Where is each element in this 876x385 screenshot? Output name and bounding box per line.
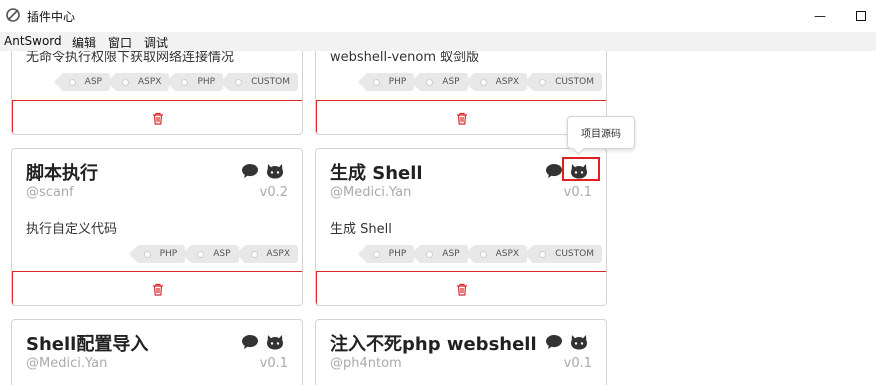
plugin-author: @ph4ntom	[330, 356, 402, 371]
delete-button[interactable]	[12, 271, 302, 305]
highlight-box	[562, 157, 600, 181]
plugin-card: 脚本执行 @scanf v0.2 执行自定义代码 PHP ASP ASPX	[11, 148, 303, 306]
tag: PHP	[128, 245, 186, 263]
comment-icon[interactable]	[545, 333, 563, 351]
plugin-author: @scanf	[26, 185, 74, 200]
tag: CUSTOM	[524, 73, 602, 91]
card-actions	[241, 333, 284, 351]
plugin-author: @Medici.Yan	[26, 356, 108, 371]
plugin-version: v0.1	[563, 356, 592, 371]
menu-bar: AntSword 编辑 窗口 调试	[0, 32, 876, 51]
plugin-description: webshell-venom 蚁剑版	[330, 51, 480, 65]
tag-list: PHP ASP ASPX CUSTOM	[357, 73, 602, 91]
plugin-version: v0.2	[259, 185, 288, 200]
plugin-card: webshell-venom 蚁剑版 PHP ASP ASPX CUSTOM	[315, 51, 607, 135]
tag: CUSTOM	[220, 73, 298, 91]
menu-edit[interactable]: 编辑	[72, 34, 96, 51]
plugin-name: 生成 Shell	[330, 163, 423, 184]
github-icon[interactable]	[266, 162, 284, 180]
tag: ASP	[411, 73, 468, 91]
trash-icon	[457, 283, 467, 296]
trash-icon	[457, 112, 467, 125]
plugin-name: 注入不死php webshell	[330, 334, 537, 355]
card-actions	[241, 162, 284, 180]
window-title: 插件中心	[27, 10, 76, 24]
plugin-card: Shell配置导入 @Medici.Yan v0.1	[11, 319, 303, 385]
delete-button[interactable]	[316, 100, 606, 134]
tag-list: PHP ASP ASPX CUSTOM	[357, 245, 602, 263]
delete-button[interactable]	[316, 271, 606, 305]
trash-icon	[153, 283, 163, 296]
menu-debug[interactable]: 调试	[144, 34, 168, 51]
tag: ASP	[53, 73, 110, 91]
tag: ASPX	[464, 245, 528, 263]
title-bar: 插件中心 —	[0, 0, 876, 32]
trash-icon	[153, 112, 163, 125]
tag: PHP	[357, 245, 415, 263]
tag: ASPX	[235, 245, 298, 263]
plugin-description: 无命令执行权限下获取网络连接情况	[26, 51, 235, 65]
tag: PHP	[357, 73, 415, 91]
tooltip: 项目源码	[567, 116, 635, 149]
delete-button[interactable]	[12, 100, 302, 134]
minimize-icon: —	[814, 9, 826, 23]
plugin-card: 无命令执行权限下获取网络连接情况 ASP ASPX PHP CUSTOM	[11, 51, 303, 135]
antsword-logo-icon	[6, 8, 20, 22]
tag: ASPX	[464, 73, 528, 91]
tag: ASP	[182, 245, 239, 263]
github-icon[interactable]	[570, 333, 588, 351]
menu-antsword[interactable]: AntSword	[4, 34, 62, 48]
plugin-list: 无命令执行权限下获取网络连接情况 ASP ASPX PHP CUSTOM web…	[0, 51, 876, 385]
plugin-name: Shell配置导入	[26, 334, 149, 355]
plugin-description: 执行自定义代码	[26, 222, 118, 237]
minimize-button[interactable]: —	[806, 4, 834, 28]
plugin-version: v0.1	[259, 356, 288, 371]
plugin-name: 脚本执行	[26, 163, 98, 184]
tag: ASPX	[106, 73, 170, 91]
plugin-card: 注入不死php webshell @ph4ntom v0.1	[315, 319, 607, 385]
plugin-description: 生成 Shell	[330, 222, 392, 237]
menu-window[interactable]: 窗口	[108, 34, 132, 51]
card-actions	[545, 333, 588, 351]
plugin-author: @Medici.Yan	[330, 185, 412, 200]
maximize-icon	[856, 11, 866, 21]
maximize-button[interactable]	[847, 4, 875, 28]
tag-list: PHP ASP ASPX	[128, 245, 298, 263]
tag: PHP	[166, 73, 224, 91]
comment-icon[interactable]	[241, 162, 259, 180]
tag: CUSTOM	[524, 245, 602, 263]
tag: ASP	[411, 245, 468, 263]
tag-list: ASP ASPX PHP CUSTOM	[53, 73, 298, 91]
github-icon[interactable]	[266, 333, 284, 351]
plugin-version: v0.1	[563, 185, 592, 200]
comment-icon[interactable]	[241, 333, 259, 351]
comment-icon[interactable]	[545, 162, 563, 180]
